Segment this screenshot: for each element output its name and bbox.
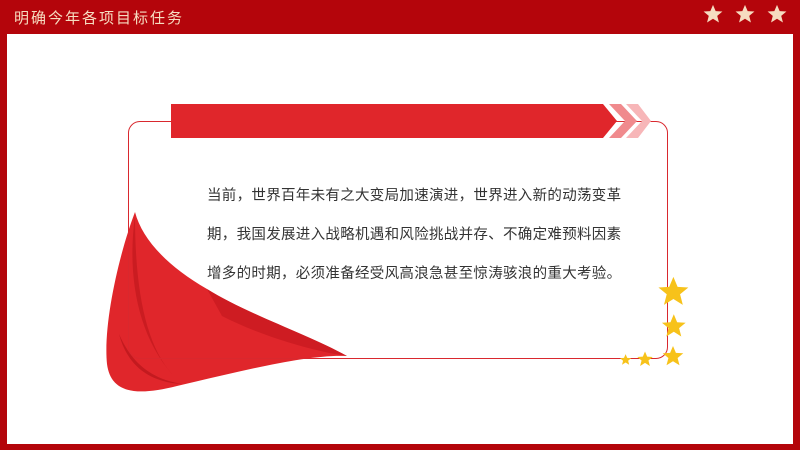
star-icon — [767, 4, 787, 23]
star-icon — [661, 314, 686, 337]
header-bar: 明确今年各项目标任务 — [0, 0, 800, 34]
gold-stars-decoration — [619, 276, 689, 366]
star-icon — [637, 351, 653, 366]
slide-canvas: 当前，世界百年未有之大变局加速演进，世界进入新的动荡变革期，我国发展进入战略机遇… — [7, 34, 793, 444]
star-icon — [619, 354, 632, 365]
title-banner — [171, 104, 651, 138]
header-stars — [702, 3, 788, 25]
page-title: 明确今年各项目标任务 — [14, 9, 185, 27]
star-icon — [658, 276, 689, 305]
body-paragraph: 当前，世界百年未有之大变局加速演进，世界进入新的动荡变革期，我国发展进入战略机遇… — [207, 188, 622, 282]
star-icon — [703, 4, 723, 23]
star-icon — [735, 4, 755, 23]
star-icon — [662, 346, 684, 366]
